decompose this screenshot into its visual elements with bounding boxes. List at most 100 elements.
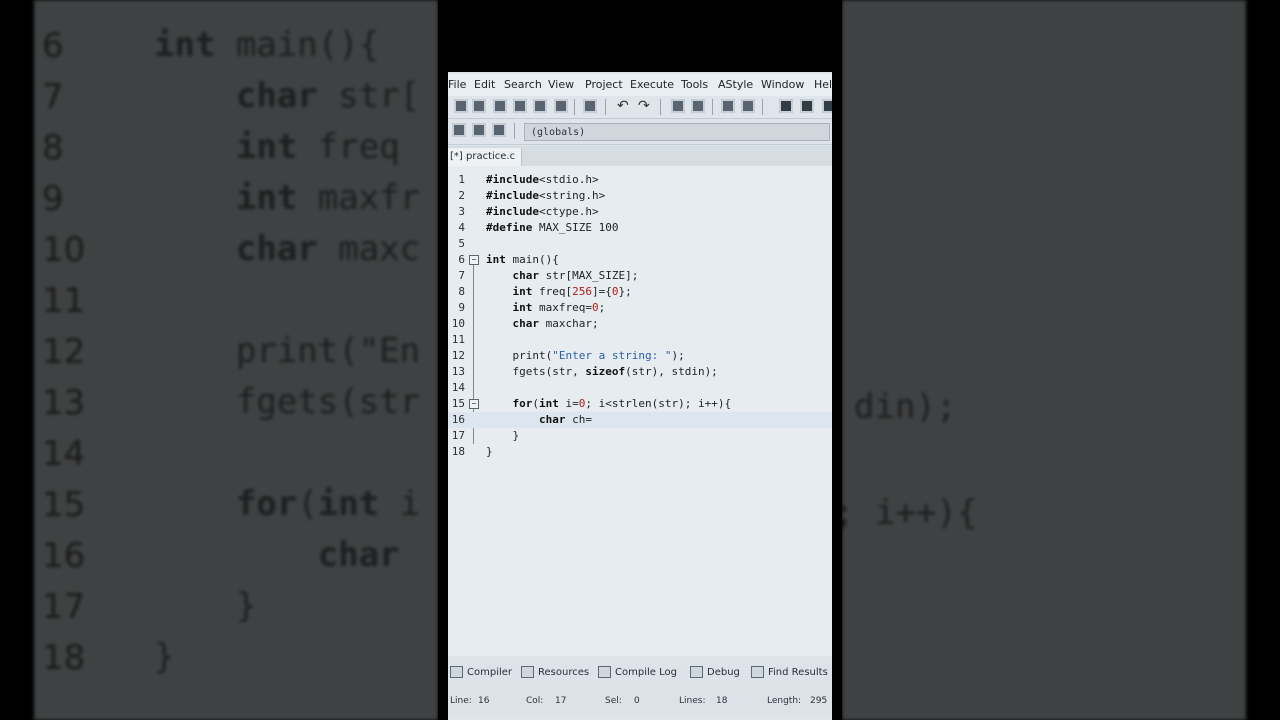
toolbar-divider <box>660 99 661 115</box>
code-line[interactable]: 6− int main(){ <box>448 252 832 268</box>
replace-icon[interactable] <box>691 99 705 113</box>
menu-astyle[interactable]: AStyle <box>718 78 753 91</box>
code-line[interactable]: 12 print("Enter a string: "); <box>448 348 832 364</box>
code-text: print("Enter a string: "); <box>486 349 685 362</box>
code-text: char ch= <box>538 413 592 426</box>
code-text: } <box>486 445 493 458</box>
code-line[interactable]: 3 #include<ctype.h> <box>448 204 832 220</box>
backdrop-code-line: din); <box>854 387 957 427</box>
menu-project[interactable]: Project <box>585 78 623 91</box>
tab-practice-c[interactable]: [*] practice.c <box>448 148 523 166</box>
code-line[interactable]: 7 char str[MAX_SIZE]; <box>448 268 832 284</box>
close-all-icon[interactable] <box>554 99 568 113</box>
backdrop-line-number: 18 <box>42 638 86 678</box>
backdrop-line-number: 15 <box>42 485 86 525</box>
menu-edit[interactable]: Edit <box>474 78 495 91</box>
line-number: 2 <box>458 189 465 202</box>
code-line[interactable]: 4 #define MAX_SIZE 100 <box>448 220 832 236</box>
goto-line-icon[interactable] <box>721 99 735 113</box>
code-text: int main(){ <box>486 253 559 266</box>
code-text: fgets(str, sizeof(str), stdin); <box>486 365 718 378</box>
tab-compiler[interactable]: Compiler <box>450 666 512 678</box>
code-text: for(int i=0; i<strlen(str); i++){ <box>512 397 732 410</box>
class-browser-icon[interactable] <box>452 123 466 137</box>
find-icon[interactable] <box>671 99 685 113</box>
status-bar: Line: 16 Col: 17 Sel: 0 Lines: 18 Length… <box>448 684 832 714</box>
line-number: 11 <box>451 333 465 346</box>
class-toolbar: (globals) <box>448 120 832 145</box>
line-number: 9 <box>458 301 465 314</box>
save-all-icon[interactable] <box>513 99 527 113</box>
line-number: 6 <box>458 253 465 266</box>
resources-icon <box>521 666 534 678</box>
code-line[interactable]: 14 <box>448 380 832 396</box>
tab-resources[interactable]: Resources <box>521 666 589 678</box>
print-icon[interactable] <box>583 99 597 113</box>
tab-find-results[interactable]: Find Results <box>751 666 828 678</box>
toolbar-divider <box>762 99 763 115</box>
menu-file[interactable]: File <box>448 78 466 91</box>
undo-icon[interactable]: ↶ <box>617 99 631 113</box>
backdrop-line-number: 14 <box>42 434 86 474</box>
code-line[interactable]: 9 int maxfreq=0; <box>448 300 832 316</box>
code-editor[interactable]: 1 #include<stdio.h> 2 #include<string.h> 3 #i… <box>448 166 832 656</box>
fold-toggle-icon[interactable]: − <box>469 399 479 409</box>
tab-compile-log-label: Compile Log <box>615 666 677 678</box>
toolbar-divider <box>514 123 515 139</box>
line-number: 15 <box>451 397 465 410</box>
backdrop-code-line: char <box>317 535 400 575</box>
code-line[interactable]: 5 <box>448 236 832 252</box>
fold-toggle-icon[interactable]: − <box>469 255 479 265</box>
find-results-icon <box>751 666 764 678</box>
code-text: } <box>486 429 520 442</box>
code-line[interactable]: 16 char ch= <box>448 412 832 428</box>
status-line-label: Line: <box>450 696 472 706</box>
backdrop-left: 6 int main(){7 char str[8 int freq 9 int m… <box>34 0 438 720</box>
code-line[interactable]: 15− for(int i=0; i<strlen(str); i++){ <box>448 396 832 412</box>
menu-tools[interactable]: Tools <box>681 78 708 91</box>
code-line[interactable]: 11 <box>448 332 832 348</box>
status-length-label: Length: <box>767 696 802 706</box>
indent-left-icon[interactable] <box>779 99 793 113</box>
save-icon[interactable] <box>493 99 507 113</box>
toolbar-divider <box>712 99 713 115</box>
backdrop-line-number: 13 <box>42 383 86 423</box>
menu-view[interactable]: View <box>548 78 574 91</box>
editor-tab-bar: [*] practice.c <box>448 146 832 166</box>
compile-icon[interactable] <box>822 99 832 113</box>
backdrop-line-number: 8 <box>42 128 64 168</box>
backdrop-code-line: int main(){ <box>154 25 380 65</box>
code-line[interactable]: 17 } <box>448 428 832 444</box>
tab-compile-log[interactable]: Compile Log <box>598 666 677 678</box>
code-line[interactable]: 8 int freq[256]={0}; <box>448 284 832 300</box>
menu-search[interactable]: Search <box>504 78 542 91</box>
compiler-icon <box>450 666 463 678</box>
line-number: 14 <box>451 381 465 394</box>
debug-icon <box>690 666 703 678</box>
code-line[interactable]: 13 fgets(str, sizeof(str), stdin); <box>448 364 832 380</box>
menu-window[interactable]: Window <box>761 78 804 91</box>
open-file-icon[interactable] <box>472 99 486 113</box>
code-line[interactable]: 10 char maxchar; <box>448 316 832 332</box>
backdrop-code-line: } <box>154 637 175 677</box>
toggle-bookmark-icon[interactable] <box>741 99 755 113</box>
indent-right-icon[interactable] <box>800 99 814 113</box>
phone-frame: File Edit Search View Project Execute To… <box>438 0 842 720</box>
code-line[interactable]: 2 #include<string.h> <box>448 188 832 204</box>
new-file-icon[interactable] <box>454 99 468 113</box>
close-file-icon[interactable] <box>533 99 547 113</box>
code-line[interactable]: 18} <box>448 444 832 460</box>
menu-bar: File Edit Search View Project Execute To… <box>448 74 832 96</box>
back-icon[interactable] <box>472 123 486 137</box>
status-lines-value: 18 <box>716 696 728 706</box>
menu-help[interactable]: Help <box>814 78 832 91</box>
line-number: 4 <box>458 221 465 234</box>
backdrop-code-line: ; i++){ <box>842 493 978 533</box>
redo-icon[interactable]: ↷ <box>638 99 652 113</box>
scope-combo[interactable]: (globals) <box>524 123 830 141</box>
backdrop-line-number: 11 <box>42 281 86 321</box>
bookmark-icon[interactable] <box>492 123 506 137</box>
menu-execute[interactable]: Execute <box>630 78 674 91</box>
code-line[interactable]: 1 #include<stdio.h> <box>448 172 832 188</box>
tab-debug[interactable]: Debug <box>690 666 740 678</box>
